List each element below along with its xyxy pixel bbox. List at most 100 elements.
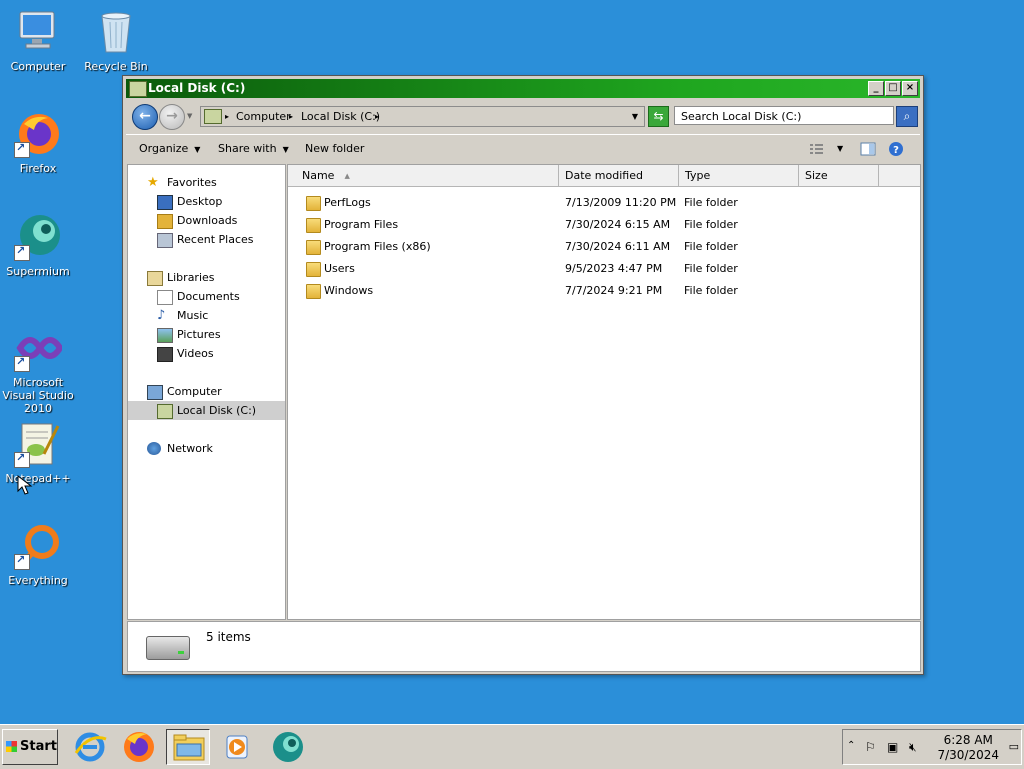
file-date: 7/13/2009 11:20 PM	[565, 196, 677, 209]
new-folder-button[interactable]: New folder	[305, 135, 364, 163]
nav-downloads[interactable]: Downloads	[128, 211, 285, 230]
desktop-icon-notepadpp[interactable]: Notepad++	[0, 420, 76, 485]
desktop-icon-supermium[interactable]: Supermium	[0, 213, 76, 278]
recent-pages-dropdown-icon[interactable]: ▼	[187, 112, 192, 120]
column-header-size[interactable]: Size	[799, 165, 879, 187]
pictures-icon	[157, 328, 173, 343]
drive-icon	[157, 404, 173, 419]
address-row: ← → ▼ ▸ Computer ▸ Local Disk (C:) ▸ ▼ ⇆…	[126, 100, 920, 133]
maximize-button[interactable]: □	[885, 81, 901, 96]
share-with-label: Share with	[218, 142, 277, 155]
search-button[interactable]: ⌕	[896, 106, 918, 127]
show-desktop-icon[interactable]: ▭	[1009, 740, 1019, 753]
firefox-icon	[14, 110, 62, 158]
desktop-icon	[157, 195, 173, 210]
svg-text:?: ?	[893, 145, 899, 156]
column-header-filler	[879, 165, 920, 187]
nav-videos[interactable]: Videos	[128, 344, 285, 363]
desktop-icon-everything[interactable]: Everything	[0, 522, 76, 587]
desktop-icon-visual-studio[interactable]: Microsoft Visual Studio 2010	[0, 324, 76, 415]
column-header-date[interactable]: Date modified	[559, 165, 679, 187]
nav-pictures[interactable]: Pictures	[128, 325, 285, 344]
file-row[interactable]: PerfLogs 7/13/2009 11:20 PM File folder	[288, 192, 920, 214]
breadcrumb-separator[interactable]: ▸	[289, 107, 293, 126]
nav-libraries[interactable]: Libraries	[128, 268, 285, 287]
shortcut-arrow-icon	[14, 553, 30, 570]
share-with-button[interactable]: Share with ▼	[218, 135, 289, 164]
close-button[interactable]: ×	[902, 81, 918, 96]
videos-icon	[157, 347, 173, 362]
preview-pane-icon	[860, 142, 876, 156]
action-center-flag-icon[interactable]: ⚐	[865, 740, 876, 754]
nav-label: Music	[177, 309, 209, 322]
preview-pane-button[interactable]	[860, 141, 876, 157]
minimize-button[interactable]: _	[868, 81, 884, 96]
breadcrumb-local-disk[interactable]: Local Disk (C:)	[301, 107, 380, 126]
desktop-icon-label: Microsoft Visual Studio 2010	[2, 376, 74, 415]
view-options-button[interactable]	[809, 141, 825, 157]
nav-label: Computer	[167, 385, 222, 398]
file-row[interactable]: Program Files (x86) 7/30/2024 6:11 AM Fi…	[288, 236, 920, 258]
clock[interactable]: 6:28 AM 7/30/2024	[937, 733, 999, 763]
nav-recent-places[interactable]: Recent Places	[128, 230, 285, 249]
forward-button[interactable]: →	[159, 104, 185, 130]
nav-label: Libraries	[167, 271, 215, 284]
title-bar[interactable]: Local Disk (C:) _ □ ×	[126, 79, 920, 98]
nav-music[interactable]: ♪ Music	[128, 306, 285, 325]
nav-documents[interactable]: Documents	[128, 287, 285, 306]
nav-computer[interactable]: Computer	[128, 382, 285, 401]
taskbar-firefox[interactable]	[117, 729, 161, 765]
view-dropdown-icon[interactable]: ▼	[837, 135, 843, 163]
address-bar[interactable]: ▸ Computer ▸ Local Disk (C:) ▸ ▼	[200, 106, 645, 127]
folder-icon	[306, 284, 321, 299]
computer-icon	[14, 8, 62, 56]
search-input[interactable]: Search Local Disk (C:)	[674, 106, 894, 125]
visual-studio-icon	[14, 324, 64, 372]
file-row[interactable]: Users 9/5/2023 4:47 PM File folder	[288, 258, 920, 280]
nav-favorites[interactable]: ★ Favorites	[128, 173, 285, 192]
shortcut-arrow-icon	[14, 141, 30, 158]
drive-icon	[204, 109, 222, 124]
breadcrumb-separator[interactable]: ▸	[225, 107, 229, 126]
desktop-icon-recycle-bin[interactable]: Recycle Bin	[78, 8, 154, 73]
nav-label: Pictures	[177, 328, 221, 341]
taskbar-supermium[interactable]	[266, 729, 310, 765]
nav-local-disk[interactable]: Local Disk (C:)	[128, 401, 285, 420]
back-button[interactable]: ←	[132, 104, 158, 130]
breadcrumb-separator[interactable]: ▸	[375, 107, 379, 126]
address-dropdown-icon[interactable]: ▼	[632, 107, 638, 126]
start-button[interactable]: Start	[2, 729, 58, 765]
desktop-icon-label: Notepad++	[5, 472, 71, 485]
internet-explorer-icon	[74, 732, 107, 762]
desktop-icon-firefox[interactable]: Firefox	[0, 110, 76, 175]
taskbar-internet-explorer[interactable]	[68, 729, 112, 765]
nav-network[interactable]: Network	[128, 439, 285, 458]
file-type: File folder	[684, 218, 738, 231]
file-explorer-icon	[173, 734, 205, 761]
file-row[interactable]: Windows 7/7/2024 9:21 PM File folder	[288, 280, 920, 302]
volume-muted-icon[interactable]: 🔇︎	[909, 740, 917, 755]
file-date: 7/30/2024 6:11 AM	[565, 240, 671, 253]
show-hidden-icons-button[interactable]: ⌃	[847, 740, 855, 751]
desktop-icon-label: Supermium	[6, 265, 70, 278]
nav-desktop[interactable]: Desktop	[128, 192, 285, 211]
taskbar-media-player[interactable]	[215, 729, 259, 765]
breadcrumb-computer[interactable]: Computer	[236, 107, 291, 126]
column-header-name[interactable]: Name ▲	[288, 165, 559, 187]
taskbar-file-explorer[interactable]	[166, 729, 210, 765]
clock-time: 6:28 AM	[943, 733, 993, 747]
refresh-button[interactable]: ⇆	[648, 106, 669, 127]
help-button[interactable]: ?	[888, 141, 904, 157]
column-header-type[interactable]: Type	[679, 165, 799, 187]
file-row[interactable]: Program Files 7/30/2024 6:15 AM File fol…	[288, 214, 920, 236]
search-icon: ⌕	[903, 109, 911, 123]
nav-label: Documents	[177, 290, 240, 303]
back-arrow-icon: ←	[139, 108, 151, 124]
network-status-icon[interactable]: ▣	[887, 740, 898, 754]
desktop-icon-computer[interactable]: Computer	[0, 8, 76, 73]
file-type: File folder	[684, 196, 738, 209]
organize-button[interactable]: Organize ▼	[139, 135, 200, 164]
folder-icon	[306, 218, 321, 233]
supermium-icon	[273, 732, 303, 762]
folder-icon	[306, 262, 321, 277]
